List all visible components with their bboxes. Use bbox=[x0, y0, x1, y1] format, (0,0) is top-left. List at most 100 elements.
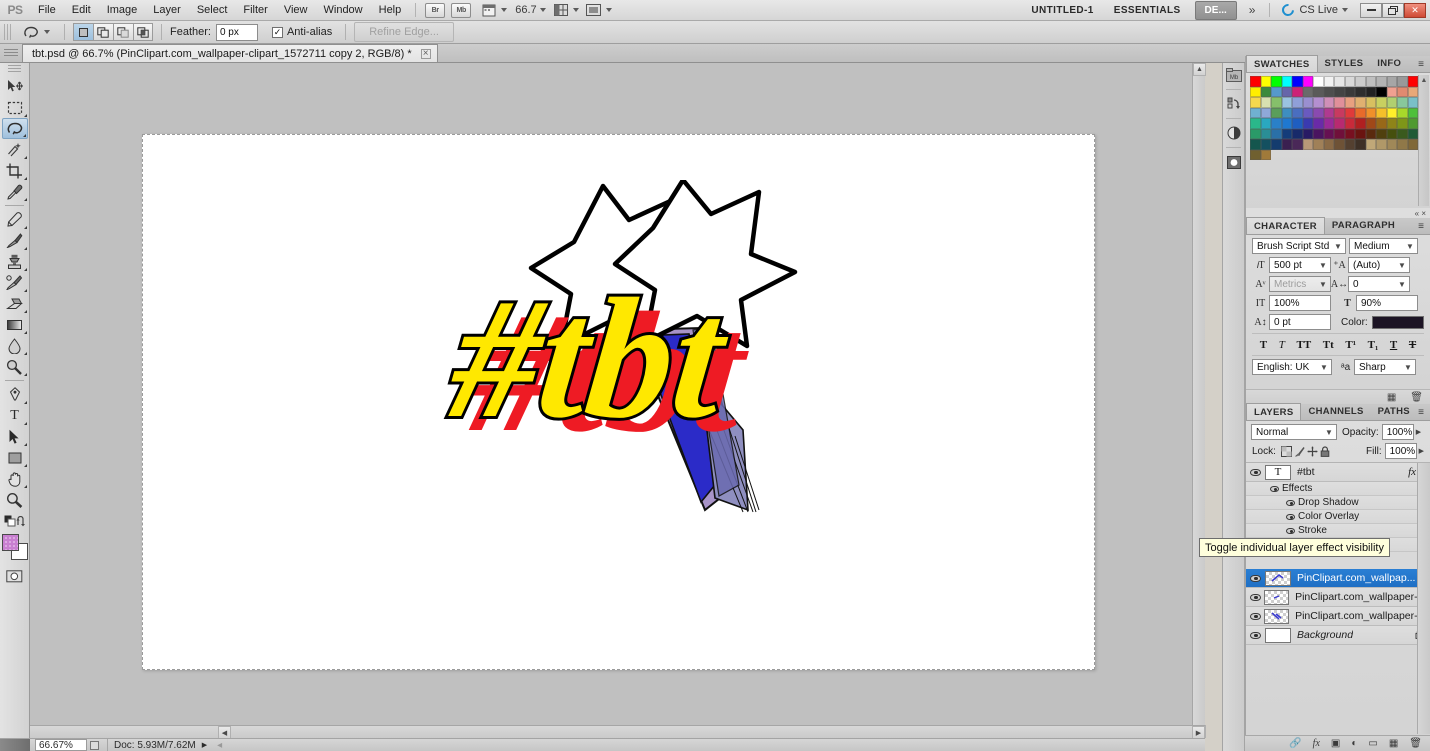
swatch-color[interactable] bbox=[1250, 107, 1261, 118]
menu-help[interactable]: Help bbox=[371, 0, 410, 21]
swatch-color[interactable] bbox=[1271, 128, 1282, 139]
swatch-color[interactable] bbox=[1376, 76, 1387, 87]
lock-all-icon[interactable] bbox=[1319, 445, 1332, 458]
tool-preset-picker[interactable] bbox=[17, 25, 56, 39]
swatch-color[interactable] bbox=[1323, 139, 1334, 150]
swatch-color[interactable] bbox=[1355, 139, 1366, 150]
view-extras-icon[interactable] bbox=[480, 2, 498, 18]
workspace-de-button[interactable]: DE... bbox=[1194, 0, 1237, 20]
effect-row-drop-shadow[interactable]: Drop Shadow bbox=[1246, 496, 1430, 510]
layer-name[interactable]: #tbt bbox=[1297, 466, 1315, 478]
color-swatches[interactable] bbox=[1, 534, 28, 560]
swatch-color[interactable] bbox=[1334, 76, 1345, 87]
swatch-color[interactable] bbox=[1334, 128, 1345, 139]
swatch-color[interactable] bbox=[1355, 118, 1366, 129]
history-panel-icon[interactable] bbox=[1223, 92, 1244, 116]
swatch-color[interactable] bbox=[1313, 139, 1324, 150]
swatch-color[interactable] bbox=[1260, 97, 1271, 108]
swatch-color[interactable] bbox=[1260, 107, 1271, 118]
swatch-color[interactable] bbox=[1355, 76, 1366, 87]
swatch-color[interactable] bbox=[1260, 128, 1271, 139]
tab-paths[interactable]: PATHS bbox=[1371, 403, 1417, 420]
anti-alias-checkbox[interactable]: ✓ Anti-alias bbox=[271, 26, 337, 38]
swatch-color[interactable] bbox=[1376, 139, 1387, 150]
swatch-color[interactable] bbox=[1397, 86, 1408, 97]
swatch-color[interactable] bbox=[1302, 128, 1313, 139]
add-to-selection-button[interactable] bbox=[93, 23, 113, 41]
layers-scrollbar[interactable] bbox=[1417, 463, 1430, 734]
swatch-color[interactable] bbox=[1302, 86, 1313, 97]
swatch-color[interactable] bbox=[1344, 107, 1355, 118]
character-panel-collapse-icon[interactable]: « × bbox=[1415, 209, 1426, 218]
mini-bridge-panel-icon[interactable]: Mb bbox=[1223, 63, 1244, 87]
horizontal-scale-input[interactable]: 90% bbox=[1356, 295, 1418, 311]
subscript-button[interactable]: T₁ bbox=[1368, 339, 1379, 351]
layer-name[interactable]: Background bbox=[1297, 629, 1353, 641]
swatch-color[interactable] bbox=[1250, 128, 1261, 139]
swatch-color[interactable] bbox=[1386, 128, 1397, 139]
add-layer-style-icon[interactable]: fx bbox=[1313, 738, 1320, 749]
layer-visibility-icon[interactable] bbox=[1246, 626, 1265, 645]
swatch-color[interactable] bbox=[1281, 97, 1292, 108]
effect-row-stroke[interactable]: Stroke bbox=[1246, 524, 1430, 538]
new-adjustment-layer-icon[interactable]: ◐ bbox=[1351, 738, 1357, 749]
small-caps-button[interactable]: Tt bbox=[1323, 339, 1334, 351]
swatch-color[interactable] bbox=[1386, 76, 1397, 87]
swatch-color[interactable] bbox=[1334, 139, 1345, 150]
arrange-dropdown-icon[interactable] bbox=[572, 8, 579, 12]
vertical-scale-input[interactable]: 100% bbox=[1269, 295, 1331, 311]
swatch-color[interactable] bbox=[1344, 76, 1355, 87]
baseline-shift-input[interactable]: 0 pt bbox=[1269, 314, 1331, 330]
effect-row-color-overlay[interactable]: Color Overlay bbox=[1246, 510, 1430, 524]
swatch-color[interactable] bbox=[1397, 128, 1408, 139]
quick-selection-tool[interactable] bbox=[2, 139, 28, 160]
swatch-color[interactable] bbox=[1407, 97, 1418, 108]
swatch-color[interactable] bbox=[1313, 86, 1324, 97]
swatch-color[interactable] bbox=[1271, 139, 1282, 150]
layer-row-tbt[interactable]: T #tbt fx ▲ bbox=[1246, 463, 1430, 482]
tab-info[interactable]: INFO bbox=[1370, 55, 1408, 72]
layer-thumbnail[interactable] bbox=[1264, 608, 1290, 624]
anti-alias-method-select[interactable]: Sharp ▼ bbox=[1354, 359, 1416, 375]
swatch-color[interactable] bbox=[1260, 118, 1271, 129]
layer-thumbnail[interactable] bbox=[1265, 627, 1291, 643]
launch-bridge-button[interactable]: Br bbox=[425, 2, 446, 18]
swatch-color[interactable] bbox=[1292, 118, 1303, 129]
swatch-color[interactable] bbox=[1250, 139, 1261, 150]
layer-thumbnail[interactable] bbox=[1265, 570, 1291, 586]
lock-position-icon[interactable] bbox=[1306, 445, 1319, 458]
swatch-color[interactable] bbox=[1260, 86, 1271, 97]
swatch-color[interactable] bbox=[1376, 128, 1387, 139]
pen-tool[interactable] bbox=[2, 384, 28, 405]
tab-swatches[interactable]: SWATCHES bbox=[1246, 55, 1318, 72]
swatch-color[interactable] bbox=[1250, 118, 1261, 129]
menu-window[interactable]: Window bbox=[316, 0, 371, 21]
crop-tool[interactable] bbox=[2, 160, 28, 181]
workspace-doc-label[interactable]: UNTITLED-1 bbox=[1021, 5, 1103, 16]
swatch-color[interactable] bbox=[1397, 107, 1408, 118]
layer-name[interactable]: PinClipart.com_wallpap... bbox=[1297, 572, 1415, 584]
opacity-slider-icon[interactable]: ▶ bbox=[1416, 428, 1421, 436]
swatch-color[interactable] bbox=[1271, 107, 1282, 118]
swatch-color[interactable] bbox=[1334, 86, 1345, 97]
swatch-color[interactable] bbox=[1313, 76, 1324, 87]
layer-visibility-icon[interactable] bbox=[1246, 463, 1265, 482]
layer-name[interactable]: PinClipart.com_wallpaper-cli... bbox=[1295, 591, 1430, 603]
launch-mini-bridge-button[interactable]: Mb bbox=[451, 2, 472, 18]
lock-image-pixels-icon[interactable] bbox=[1293, 445, 1306, 458]
eraser-tool[interactable] bbox=[2, 293, 28, 314]
masks-panel-icon[interactable] bbox=[1223, 150, 1244, 174]
layer-thumbnail[interactable]: T bbox=[1265, 464, 1291, 480]
leading-select[interactable]: (Auto) ▼ bbox=[1348, 257, 1410, 273]
layer-thumbnail[interactable] bbox=[1264, 589, 1290, 605]
swatch-color[interactable] bbox=[1407, 139, 1418, 150]
swatch-color[interactable] bbox=[1376, 107, 1387, 118]
layer-list[interactable]: T #tbt fx ▲ Effects Drop Shadow Color Ov… bbox=[1246, 462, 1430, 734]
swatch-color[interactable] bbox=[1313, 107, 1324, 118]
swatch-color[interactable] bbox=[1302, 76, 1313, 87]
layer-row-pinclipart-2[interactable]: PinClipart.com_wallpaper-cli... bbox=[1246, 588, 1430, 607]
swatch-color[interactable] bbox=[1365, 118, 1376, 129]
swatch-color[interactable] bbox=[1323, 76, 1334, 87]
canvas-area[interactable]: #tbt #tbt ▲ ▼ ◀ ▶ bbox=[30, 63, 1206, 739]
tracking-select[interactable]: 0 ▼ bbox=[1348, 276, 1410, 292]
